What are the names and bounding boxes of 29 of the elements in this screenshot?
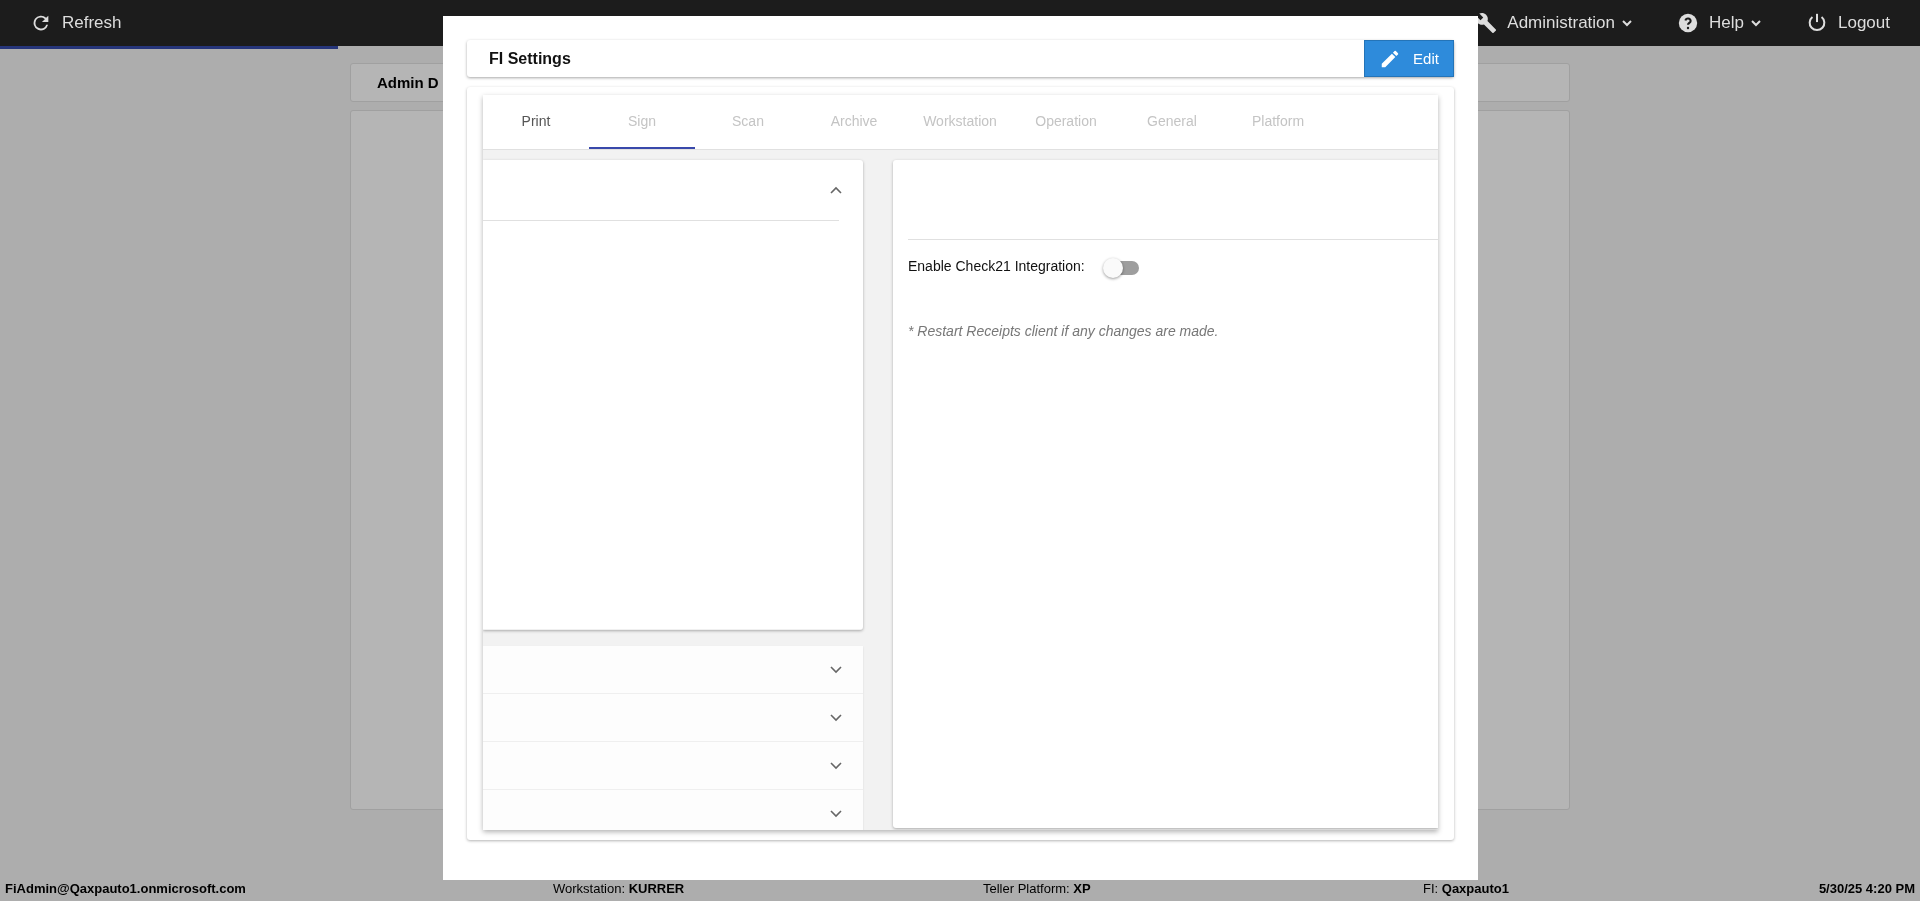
- menu-button[interactable]: Help: [1677, 12, 1762, 34]
- panel-title: Admin D: [377, 74, 439, 91]
- accordion-panel[interactable]: [483, 646, 863, 694]
- fi-text: FI: Qaxpauto1: [1423, 880, 1510, 896]
- setting-label: Enable Check21 Integration:: [908, 258, 1085, 274]
- user-email: FiAdmin@Qaxpauto1.onmicrosoft.com: [5, 880, 247, 896]
- chevron-icon: [830, 186, 842, 194]
- edit-button[interactable]: Edit: [1364, 40, 1454, 77]
- chevron-icon: [830, 713, 842, 722]
- tab[interactable]: Print: [483, 95, 589, 149]
- wrench-icon: [1475, 12, 1498, 34]
- accordion-panel[interactable]: [483, 160, 863, 630]
- dialog-title: FI Settings: [488, 49, 571, 68]
- accordion-panel[interactable]: [483, 790, 863, 830]
- accordion-panel[interactable]: [483, 694, 863, 742]
- menu-button[interactable]: Administration: [1475, 12, 1634, 34]
- refresh-button[interactable]: Refresh: [30, 12, 122, 34]
- chevron-icon: [830, 665, 842, 674]
- logout-button[interactable]: Logout: [1806, 12, 1890, 34]
- workstation-text: Workstation: KURRER: [553, 880, 686, 896]
- help-icon: [1677, 12, 1700, 34]
- chevron-icon: [830, 809, 842, 818]
- restart-note: * Restart Receipts client if any changes are made.: [908, 323, 1220, 339]
- power-icon: [1806, 12, 1828, 34]
- toggle-switch[interactable]: [1106, 261, 1139, 275]
- chevron-icon: [830, 761, 842, 770]
- accordion-panel[interactable]: [483, 742, 863, 790]
- date-time: 5/30/25 4:20 PM: [1818, 880, 1915, 896]
- platform-text: Teller Platform: XP: [983, 880, 1092, 896]
